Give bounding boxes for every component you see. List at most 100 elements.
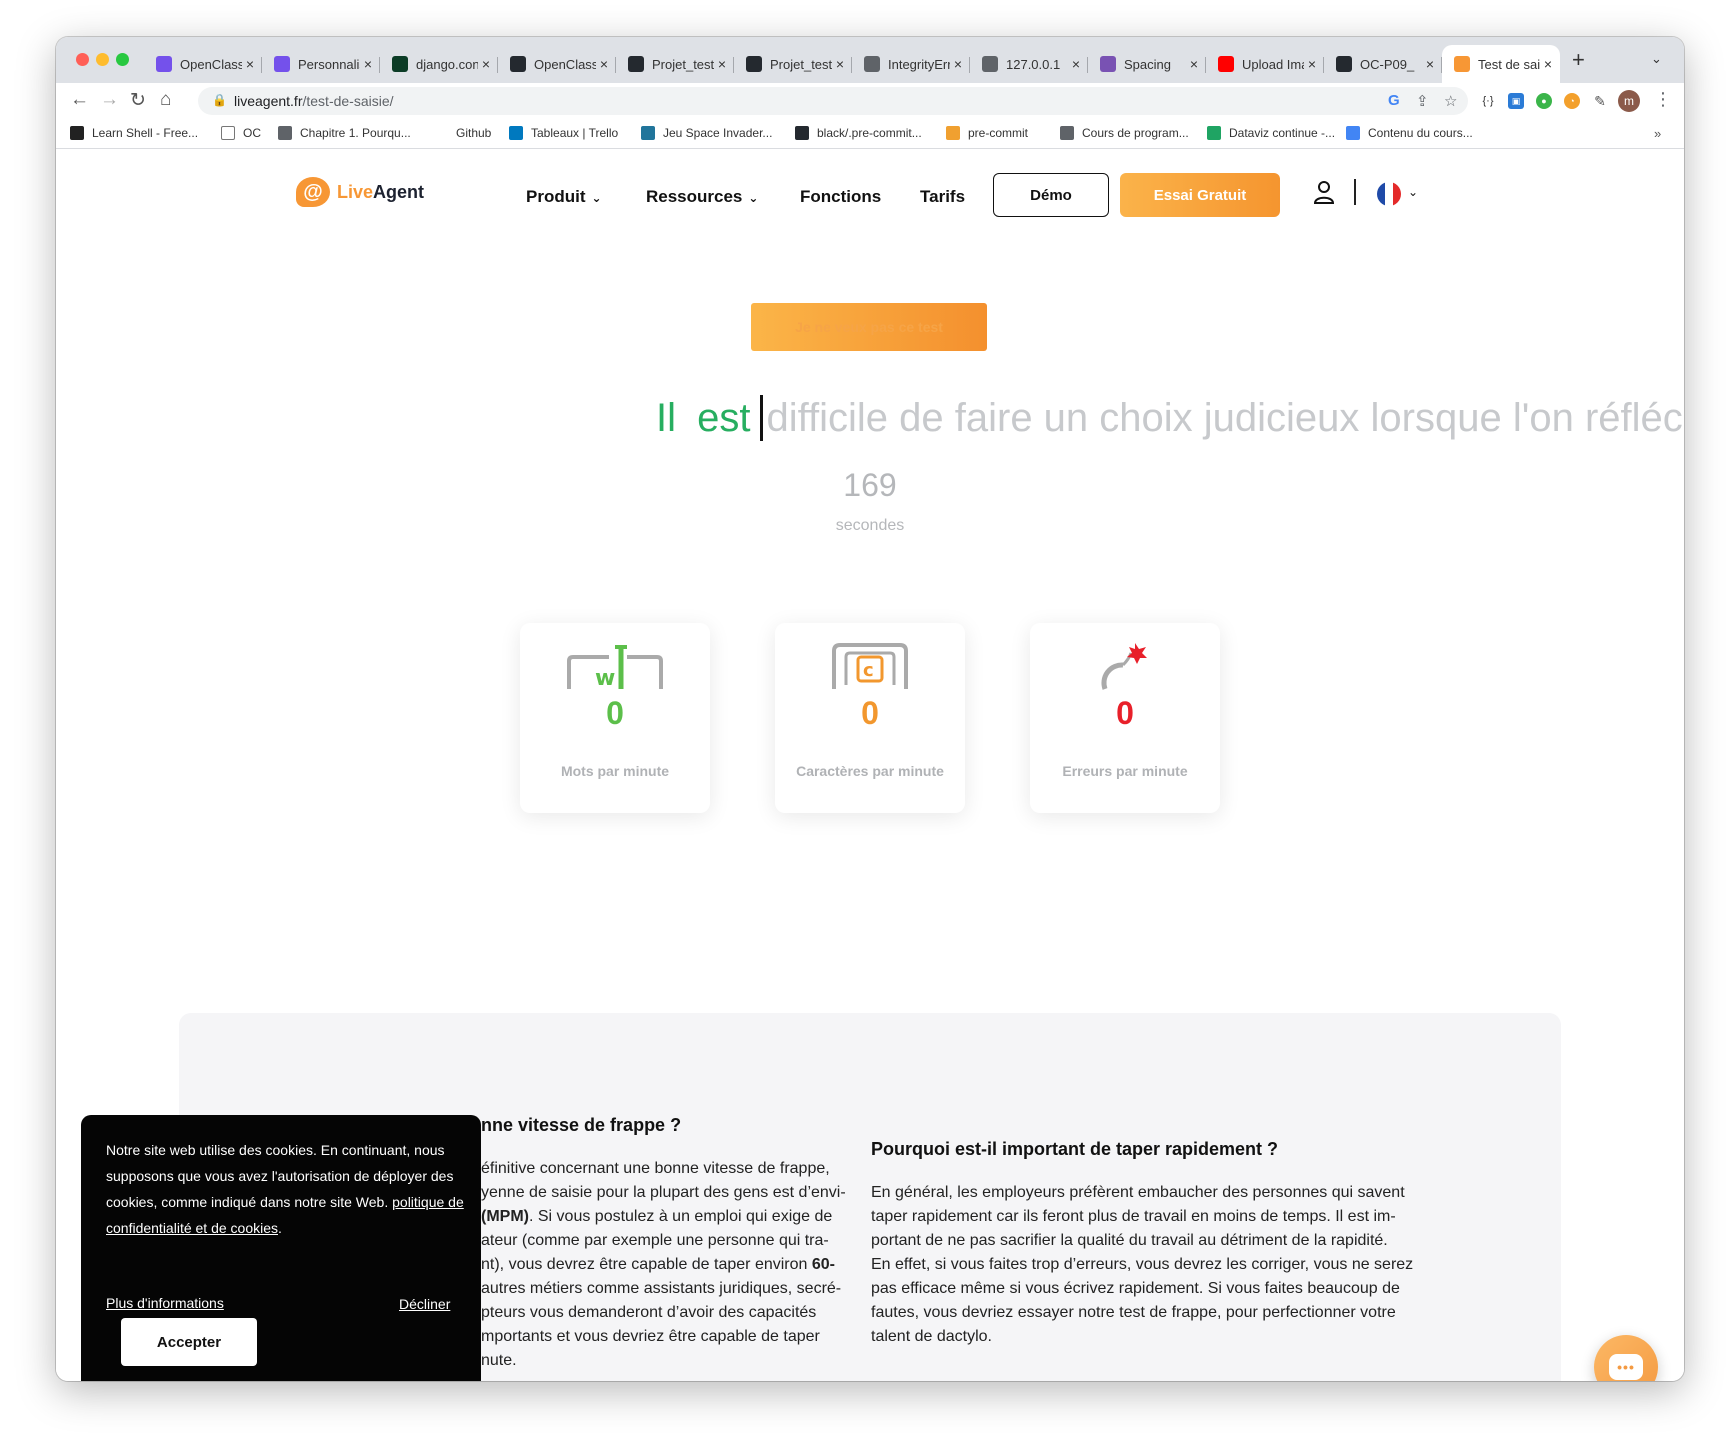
browser-tab[interactable]: django.contrib× xyxy=(380,45,498,83)
share-icon[interactable]: ⇪ xyxy=(1416,92,1429,110)
browser-tab[interactable]: OpenClassrooms× xyxy=(144,45,262,83)
bookmark-item[interactable]: OC xyxy=(221,126,261,140)
france-flag-icon[interactable] xyxy=(1377,182,1401,206)
wpm-card: w 0 Mots par minute xyxy=(520,623,710,813)
timer-label: secondes xyxy=(835,517,905,534)
tab-title: Upload Images xyxy=(1242,56,1304,72)
browser-window: OpenClassrooms×Personnalisation×django.c… xyxy=(56,37,1684,1381)
extension-green-icon[interactable]: ● xyxy=(1536,93,1552,109)
new-tab-button[interactable]: + xyxy=(1572,47,1585,73)
bookmarks-overflow-icon[interactable]: » xyxy=(1654,126,1661,141)
liveagent-logo[interactable]: @ Live Agent xyxy=(296,177,424,207)
bookmark-label: Chapitre 1. Pourqu... xyxy=(300,126,411,140)
browser-tab[interactable]: IntegrityError× xyxy=(852,45,970,83)
logo-live-text: Live xyxy=(337,181,374,202)
bookmark-item[interactable]: Jeu Space Invader... xyxy=(641,126,772,140)
browser-toolbar: ← → ↻ ⌂ 🔒 liveagent.fr/test-de-saisie/ G… xyxy=(56,83,1684,119)
close-tab-icon[interactable]: × xyxy=(1072,56,1080,72)
svg-text:c: c xyxy=(863,660,874,681)
terminal-icon xyxy=(70,126,84,140)
close-tab-icon[interactable]: × xyxy=(1544,56,1552,72)
close-tab-icon[interactable]: × xyxy=(246,56,254,72)
browser-tab[interactable]: Projet_test × xyxy=(616,45,734,83)
close-tab-icon[interactable]: × xyxy=(718,56,726,72)
bookmark-item[interactable]: Chapitre 1. Pourqu... xyxy=(278,126,411,140)
language-chevron-down-icon[interactable]: ⌄ xyxy=(1408,185,1418,199)
errors-card: 0 Erreurs par minute xyxy=(1030,623,1220,813)
close-tab-icon[interactable]: × xyxy=(364,56,372,72)
text-caret xyxy=(760,395,764,441)
address-bar[interactable]: 🔒 liveagent.fr/test-de-saisie/ G ⇪ ☆ xyxy=(198,87,1468,115)
google-icon[interactable]: G xyxy=(1388,92,1400,109)
bookmark-item[interactable]: pre-commit xyxy=(946,126,1028,140)
eyedropper-icon[interactable]: ✎ xyxy=(1592,93,1608,109)
home-icon[interactable]: ⌂ xyxy=(160,89,171,111)
browser-tab[interactable]: OpenClassrooms× xyxy=(498,45,616,83)
tab-search-chevron-icon[interactable]: ⌄ xyxy=(1651,51,1662,67)
skip-test-button[interactable]: Je ne veux pas ce test xyxy=(751,303,987,351)
maximize-window-button[interactable] xyxy=(116,53,129,66)
timer-value: 169 xyxy=(843,467,897,503)
extension-timer-icon[interactable]: ◔ xyxy=(1564,93,1580,109)
tab-strip: OpenClassrooms×Personnalisation×django.c… xyxy=(56,37,1684,83)
decline-cookies-link[interactable]: Décliner xyxy=(399,1296,450,1312)
close-tab-icon[interactable]: × xyxy=(1308,56,1316,72)
close-tab-icon[interactable]: × xyxy=(600,56,608,72)
bookmark-item[interactable]: Dataviz continue -... xyxy=(1207,126,1335,140)
browser-tab[interactable]: Upload Images× xyxy=(1206,45,1324,83)
user-account-icon[interactable] xyxy=(1312,179,1336,207)
demo-button[interactable]: Démo xyxy=(993,173,1109,217)
close-tab-icon[interactable]: × xyxy=(836,56,844,72)
browser-tab[interactable]: Spacing × xyxy=(1088,45,1206,83)
more-info-link[interactable]: Plus d'informations xyxy=(106,1295,224,1311)
close-tab-icon[interactable]: × xyxy=(954,56,962,72)
github-icon xyxy=(746,56,762,72)
live-chat-button[interactable]: ••• xyxy=(1594,1335,1658,1381)
nav-fonctions[interactable]: Fonctions xyxy=(800,187,881,207)
close-window-button[interactable] xyxy=(76,53,89,66)
browser-tab[interactable]: Projet_test × xyxy=(734,45,852,83)
close-tab-icon[interactable]: × xyxy=(482,56,490,72)
page-viewport: @ Live Agent Produit ⌄ Ressources ⌄ Fonctio… xyxy=(56,149,1684,1381)
bomb-icon xyxy=(1101,643,1147,690)
tab-title: OC-P09_ xyxy=(1360,56,1415,72)
bookmark-item[interactable]: Learn Shell - Free... xyxy=(70,126,198,140)
back-arrow-icon[interactable]: ← xyxy=(70,89,89,111)
bookmark-star-icon[interactable]: ☆ xyxy=(1444,92,1457,110)
forward-arrow-icon[interactable]: → xyxy=(100,89,119,111)
bookmark-item[interactable]: Contenu du cours... xyxy=(1346,126,1473,140)
wpm-label: Mots par minute xyxy=(560,763,670,779)
extension-json-icon[interactable]: {·} xyxy=(1480,93,1496,109)
tab-title: OpenClassrooms xyxy=(534,56,596,72)
browser-menu-icon[interactable]: ⋮ xyxy=(1654,89,1672,110)
bookmark-item[interactable]: Tableaux | Trello xyxy=(509,126,618,140)
browser-tab[interactable]: Personnalisation× xyxy=(262,45,380,83)
tab-title: Projet_test xyxy=(652,56,714,72)
bookmark-item[interactable]: Cours de program... xyxy=(1060,126,1189,140)
browser-tab[interactable]: 127.0.0.1 × xyxy=(970,45,1088,83)
bookmark-item[interactable]: black/.pre-commit... xyxy=(795,126,922,140)
article-right-paragraph: En général, les employeurs préfèrent emb… xyxy=(871,1184,1414,1345)
extension-screenshot-icon[interactable]: ▣ xyxy=(1508,93,1524,109)
close-tab-icon[interactable]: × xyxy=(1426,56,1434,72)
bookmark-label: black/.pre-commit... xyxy=(817,126,922,140)
bookmark-label: Github xyxy=(456,126,492,140)
free-trial-button[interactable]: Essai Gratuit xyxy=(1120,173,1280,217)
tab-title: Spacing xyxy=(1124,56,1171,72)
minimize-window-button[interactable] xyxy=(96,53,109,66)
typing-text-area[interactable]: Il est difficile de faire un choix judic… xyxy=(656,395,1684,441)
openclassrooms-icon xyxy=(156,56,172,72)
reload-icon[interactable]: ↻ xyxy=(130,89,146,112)
nav-ressources[interactable]: Ressources ⌄ xyxy=(646,187,758,207)
profile-avatar[interactable]: m xyxy=(1618,90,1640,112)
browser-tab[interactable]: OC-P09_ × xyxy=(1324,45,1442,83)
nav-tarifs[interactable]: Tarifs xyxy=(920,187,965,207)
bookmark-item[interactable]: Github xyxy=(456,126,491,140)
accept-cookies-button[interactable]: Accepter xyxy=(121,1318,257,1366)
browser-tab[interactable]: Test de saisie× xyxy=(1442,45,1560,83)
bookmark-label: Contenu du cours... xyxy=(1368,126,1473,140)
chat-icon: ••• xyxy=(1609,1354,1643,1380)
github-icon xyxy=(510,56,526,72)
close-tab-icon[interactable]: × xyxy=(1190,56,1198,72)
nav-produit[interactable]: Produit ⌄ xyxy=(526,187,602,207)
